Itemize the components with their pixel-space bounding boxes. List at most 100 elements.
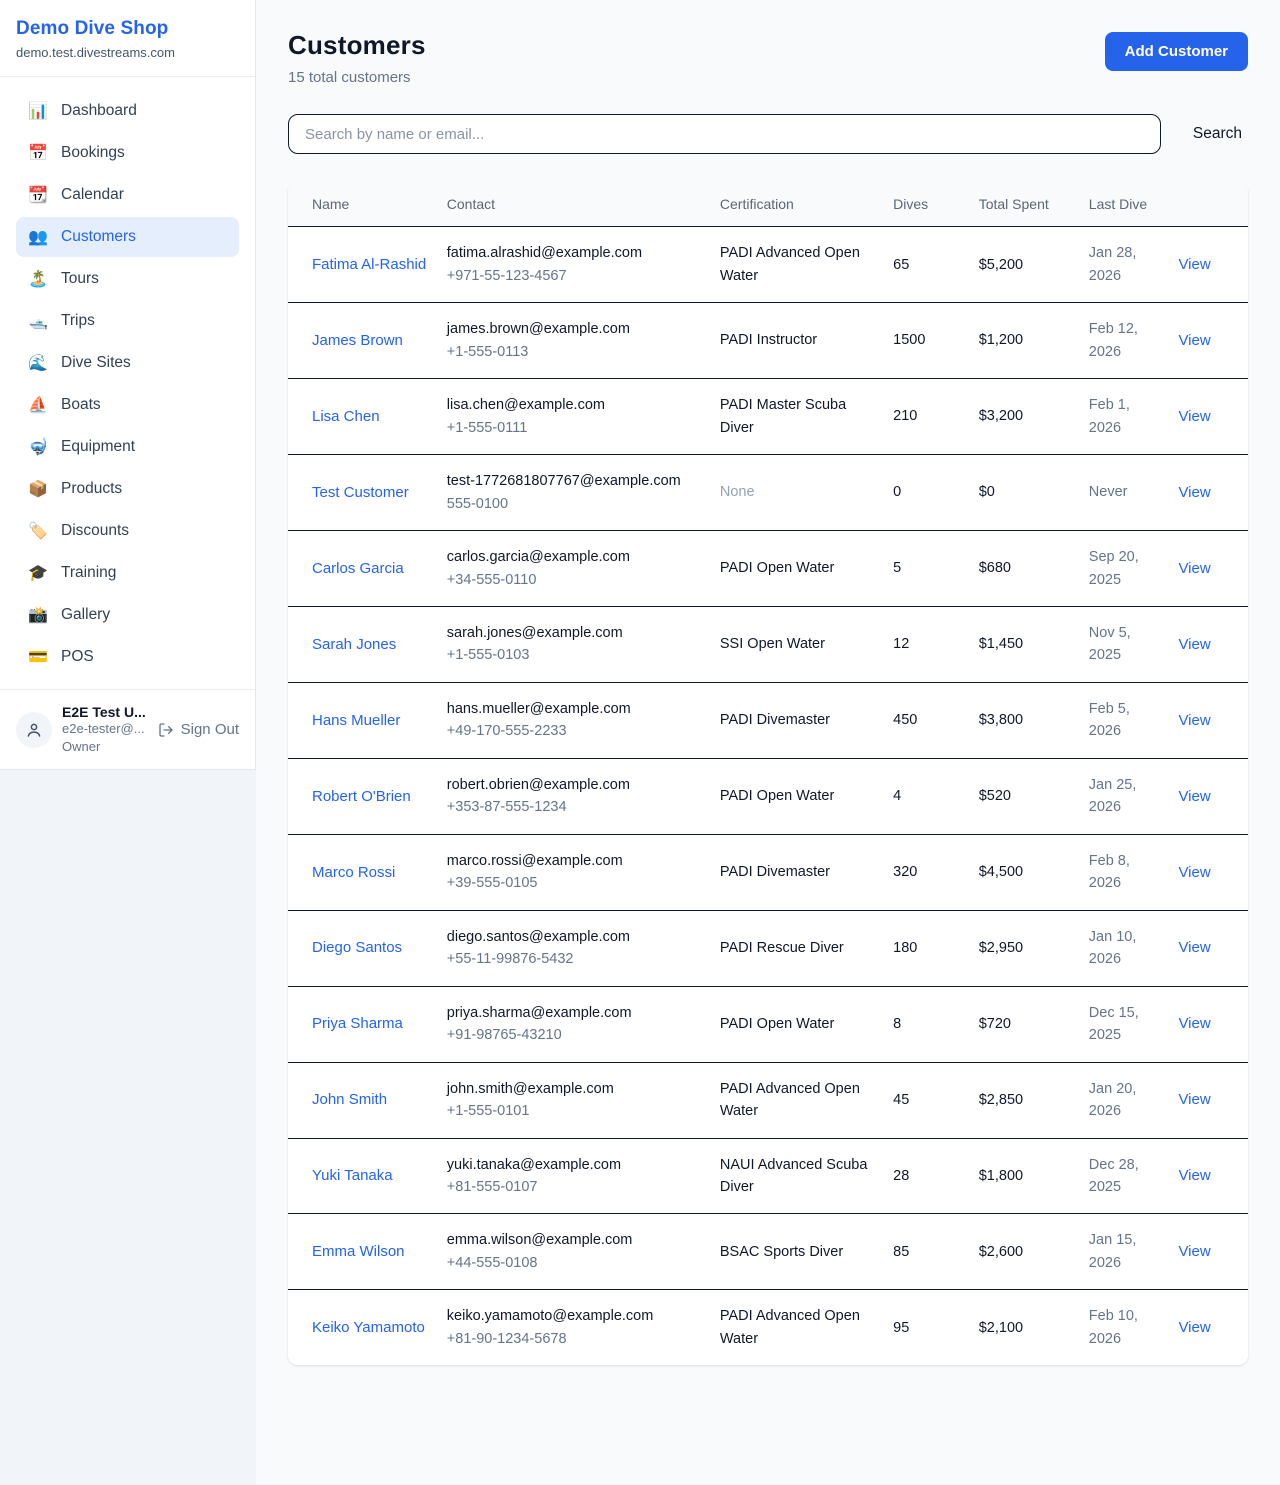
user-icon bbox=[25, 721, 43, 739]
view-link[interactable]: View bbox=[1178, 1319, 1210, 1336]
customer-name-link[interactable]: Robert O'Brien bbox=[312, 788, 411, 805]
view-link[interactable]: View bbox=[1178, 788, 1210, 805]
sidebar-item-discounts[interactable]: 🏷️ Discounts bbox=[16, 511, 239, 551]
table-row: Emma Wilson emma.wilson@example.com +44-… bbox=[288, 1214, 1248, 1290]
sidebar-item-products[interactable]: 📦 Products bbox=[16, 469, 239, 509]
column-header-dives: Dives bbox=[883, 182, 969, 227]
customer-total-spent: $2,950 bbox=[979, 940, 1023, 956]
view-link[interactable]: View bbox=[1178, 1015, 1210, 1032]
customer-total-spent: $1,450 bbox=[979, 636, 1023, 652]
customer-total-spent: $720 bbox=[979, 1016, 1011, 1032]
view-link[interactable]: View bbox=[1178, 712, 1210, 729]
customer-name-link[interactable]: Hans Mueller bbox=[312, 712, 400, 729]
customer-name-link[interactable]: Fatima Al-Rashid bbox=[312, 256, 426, 273]
customer-last-dive: Dec 28, 2025 bbox=[1089, 1157, 1139, 1195]
view-link[interactable]: View bbox=[1178, 560, 1210, 577]
user-section: E2E Test U... e2e-tester@... Owner Sign … bbox=[0, 689, 255, 769]
column-header-certification: Certification bbox=[710, 182, 883, 227]
customer-dives: 180 bbox=[893, 940, 917, 956]
customer-name-link[interactable]: Marco Rossi bbox=[312, 864, 395, 881]
shop-name: Demo Dive Shop bbox=[16, 18, 239, 40]
customer-email: sarah.jones@example.com bbox=[447, 622, 700, 644]
customer-last-dive: Jan 25, 2026 bbox=[1089, 777, 1137, 815]
customer-certification: PADI Divemaster bbox=[720, 712, 830, 728]
table-row: John Smith john.smith@example.com +1-555… bbox=[288, 1062, 1248, 1138]
user-email: e2e-tester@... bbox=[62, 720, 148, 738]
customer-dives: 28 bbox=[893, 1168, 909, 1184]
customer-total-spent: $1,800 bbox=[979, 1168, 1023, 1184]
search-button[interactable]: Search bbox=[1187, 117, 1248, 151]
view-link[interactable]: View bbox=[1178, 332, 1210, 349]
sidebar: Demo Dive Shop demo.test.divestreams.com… bbox=[0, 0, 256, 770]
sidebar-item-calendar[interactable]: 📆 Calendar bbox=[16, 175, 239, 215]
view-link[interactable]: View bbox=[1178, 939, 1210, 956]
sidebar-item-training[interactable]: 🎓 Training bbox=[16, 553, 239, 593]
sidebar-item-dive-sites[interactable]: 🌊 Dive Sites bbox=[16, 343, 239, 383]
customer-last-dive: Sep 20, 2025 bbox=[1089, 549, 1139, 587]
sidebar-item-pos[interactable]: 💳 POS bbox=[16, 637, 239, 677]
table-row: Yuki Tanaka yuki.tanaka@example.com +81-… bbox=[288, 1138, 1248, 1214]
customer-email: diego.santos@example.com bbox=[447, 926, 700, 948]
customer-phone: +91-98765-43210 bbox=[447, 1024, 700, 1046]
customer-phone: +39-555-0105 bbox=[447, 872, 700, 894]
customer-last-dive: Feb 8, 2026 bbox=[1089, 853, 1130, 891]
customer-dives: 210 bbox=[893, 408, 917, 424]
bookings-icon: 📅 bbox=[28, 143, 48, 163]
products-icon: 📦 bbox=[28, 479, 48, 499]
customer-name-link[interactable]: Keiko Yamamoto bbox=[312, 1319, 425, 1336]
customer-name-link[interactable]: Yuki Tanaka bbox=[312, 1167, 393, 1184]
customer-last-dive: Feb 12, 2026 bbox=[1089, 321, 1138, 359]
sidebar-item-dashboard[interactable]: 📊 Dashboard bbox=[16, 91, 239, 131]
customer-certification: PADI Open Water bbox=[720, 560, 834, 576]
view-link[interactable]: View bbox=[1178, 1243, 1210, 1260]
page-header: Customers 15 total customers Add Custome… bbox=[288, 30, 1248, 86]
customer-phone: +81-90-1234-5678 bbox=[447, 1328, 700, 1350]
customer-certification: PADI Divemaster bbox=[720, 864, 830, 880]
customer-total-spent: $520 bbox=[979, 788, 1011, 804]
dashboard-icon: 📊 bbox=[28, 101, 48, 121]
sidebar-item-customers[interactable]: 👥 Customers bbox=[16, 217, 239, 257]
table-row: Robert O'Brien robert.obrien@example.com… bbox=[288, 758, 1248, 834]
customer-certification: PADI Master Scuba Diver bbox=[720, 397, 846, 435]
sidebar-item-trips[interactable]: 🛥️ Trips bbox=[16, 301, 239, 341]
customer-certification: None bbox=[720, 484, 755, 500]
sidebar-item-bookings[interactable]: 📅 Bookings bbox=[16, 133, 239, 173]
sidebar-item-tours[interactable]: 🏝️ Tours bbox=[16, 259, 239, 299]
sidebar-nav: 📊 Dashboard 📅 Bookings 📆 Calendar 👥 Cust… bbox=[0, 77, 255, 689]
column-header-name: Name bbox=[288, 182, 437, 227]
customers-icon: 👥 bbox=[28, 227, 48, 247]
search-input[interactable] bbox=[288, 114, 1161, 154]
sidebar-item-boats[interactable]: ⛵ Boats bbox=[16, 385, 239, 425]
customer-name-link[interactable]: Carlos Garcia bbox=[312, 560, 404, 577]
view-link[interactable]: View bbox=[1178, 864, 1210, 881]
customer-dives: 8 bbox=[893, 1016, 901, 1032]
add-customer-button[interactable]: Add Customer bbox=[1105, 32, 1248, 71]
view-link[interactable]: View bbox=[1178, 484, 1210, 501]
customer-name-link[interactable]: Sarah Jones bbox=[312, 636, 396, 653]
customer-name-link[interactable]: Emma Wilson bbox=[312, 1243, 405, 1260]
customer-total-spent: $0 bbox=[979, 484, 995, 500]
customer-email: james.brown@example.com bbox=[447, 318, 700, 340]
view-link[interactable]: View bbox=[1178, 256, 1210, 273]
customer-name-link[interactable]: Diego Santos bbox=[312, 939, 402, 956]
customer-name-link[interactable]: Test Customer bbox=[312, 484, 409, 501]
customer-name-link[interactable]: John Smith bbox=[312, 1091, 387, 1108]
customer-name-link[interactable]: Priya Sharma bbox=[312, 1015, 403, 1032]
view-link[interactable]: View bbox=[1178, 408, 1210, 425]
customer-last-dive: Feb 10, 2026 bbox=[1089, 1308, 1138, 1346]
customer-phone: +971-55-123-4567 bbox=[447, 265, 700, 287]
customer-dives: 1500 bbox=[893, 332, 925, 348]
customer-last-dive: Dec 15, 2025 bbox=[1089, 1005, 1139, 1043]
sidebar-item-gallery[interactable]: 📸 Gallery bbox=[16, 595, 239, 635]
view-link[interactable]: View bbox=[1178, 1167, 1210, 1184]
view-link[interactable]: View bbox=[1178, 636, 1210, 653]
customer-email: keiko.yamamoto@example.com bbox=[447, 1305, 700, 1327]
customer-name-link[interactable]: Lisa Chen bbox=[312, 408, 380, 425]
customer-certification: PADI Rescue Diver bbox=[720, 940, 844, 956]
customer-name-link[interactable]: James Brown bbox=[312, 332, 403, 349]
view-link[interactable]: View bbox=[1178, 1091, 1210, 1108]
sign-out-button[interactable]: Sign Out bbox=[158, 721, 239, 738]
sidebar-item-equipment[interactable]: 🤿 Equipment bbox=[16, 427, 239, 467]
customer-certification: NAUI Advanced Scuba Diver bbox=[720, 1157, 868, 1195]
customer-certification: SSI Open Water bbox=[720, 636, 825, 652]
